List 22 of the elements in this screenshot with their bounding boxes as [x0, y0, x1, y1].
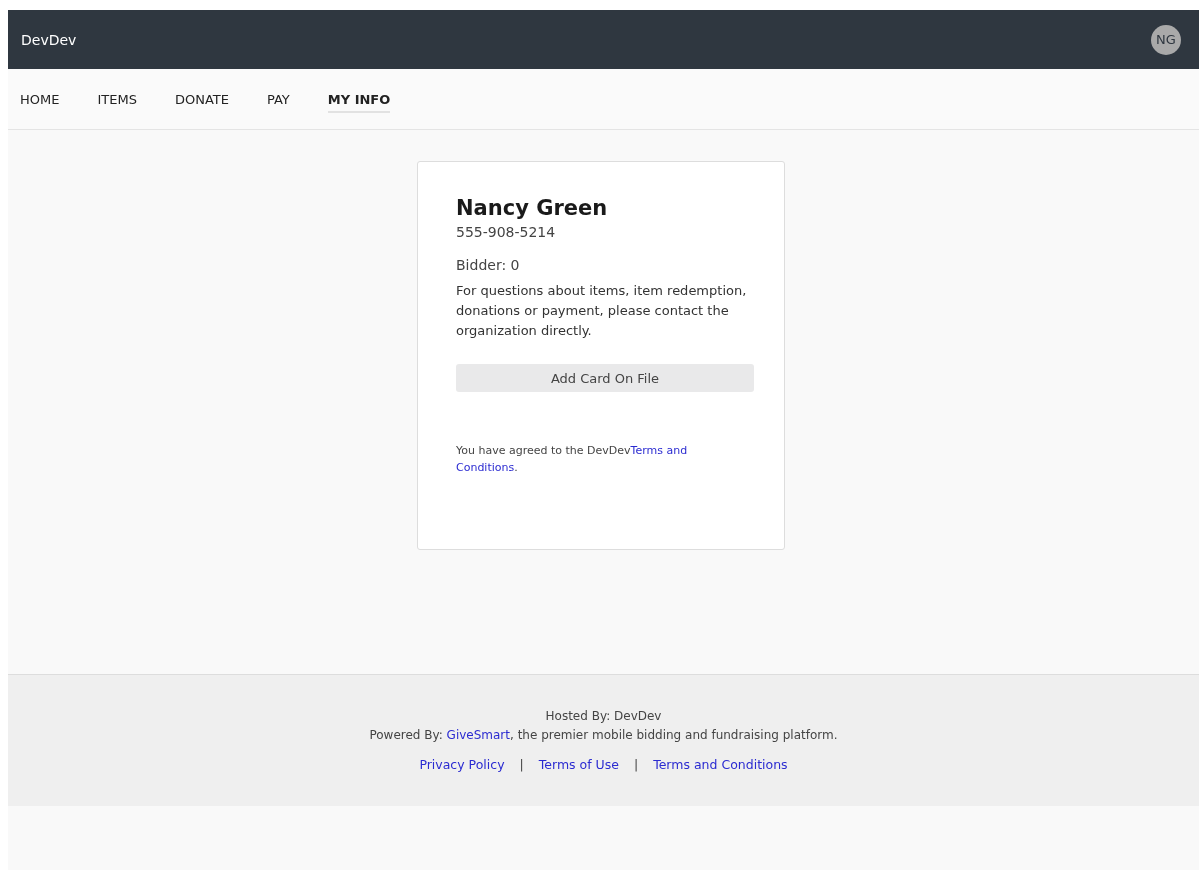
hosted-by-text: Hosted By: DevDev — [545, 708, 662, 725]
nav-tab[interactable]: HOME — [20, 85, 60, 113]
phone-number: 555-908-5214 — [456, 224, 557, 240]
agreement-text: You have agreed to the DevDevTerms and Conditions. — [456, 443, 689, 476]
separator: | — [633, 757, 639, 772]
add-card-button[interactable]: Add Card On File — [456, 364, 754, 392]
powered-by-text: Powered By: GiveSmart, the premier mobile bidding and fundraising platform. — [369, 727, 838, 744]
footer-link[interactable]: Terms and Conditions — [653, 757, 788, 772]
separator: | — [519, 757, 524, 772]
user-avatar[interactable]: NG — [1151, 24, 1181, 55]
nav-tab[interactable]: MY INFO — [327, 85, 391, 113]
footer-link[interactable]: Privacy Policy — [419, 757, 505, 772]
bidder-number: Bidder: 0 — [456, 257, 521, 273]
givesmart-link[interactable]: GiveSmart — [446, 728, 510, 742]
user-name: Nancy Green — [456, 196, 609, 220]
terms-link[interactable]: Terms and — [630, 444, 688, 457]
footer-link[interactable]: Terms of Use — [538, 757, 619, 772]
nav-tab[interactable]: PAY — [266, 85, 290, 113]
nav-tab[interactable]: DONATE — [174, 85, 229, 113]
info-text: For questions about items, item redemption, donations or payment, please contact the organization directly. — [456, 282, 748, 340]
nav-tab[interactable]: ITEMS — [97, 85, 137, 113]
brand-name: DevDev — [21, 31, 77, 48]
